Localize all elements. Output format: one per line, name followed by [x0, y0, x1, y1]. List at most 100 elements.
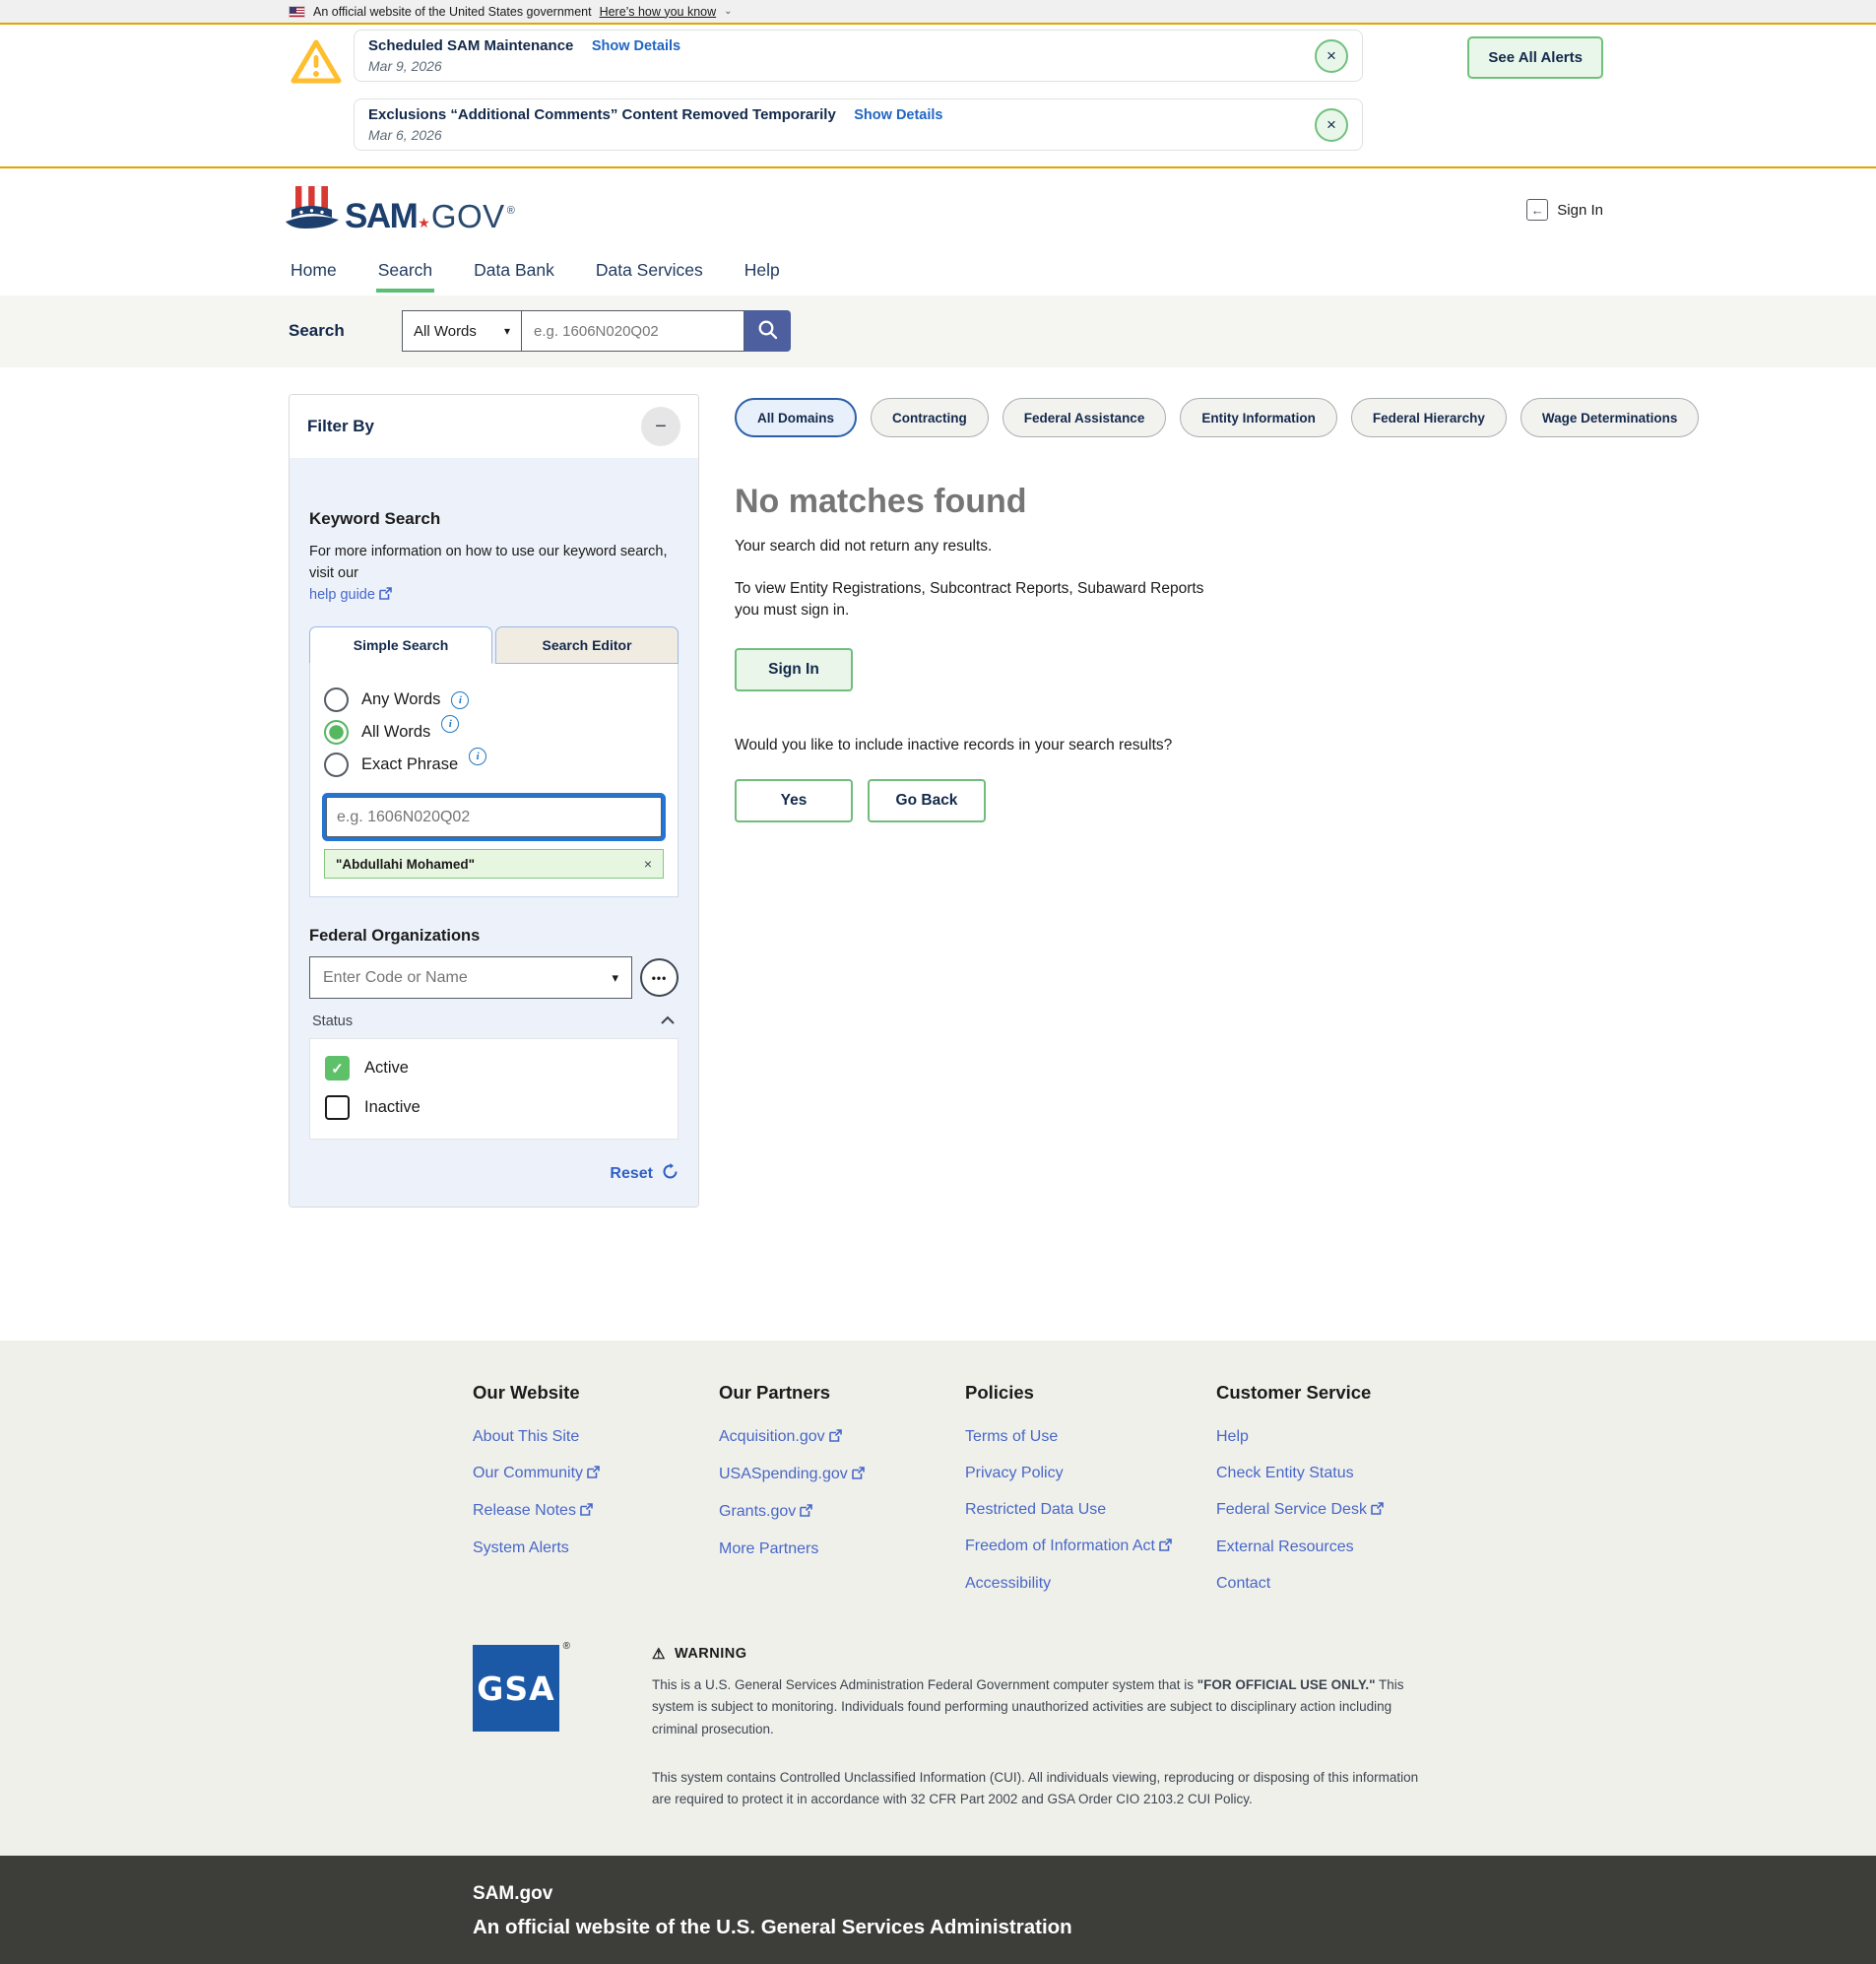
check-icon: ✓ [331, 1060, 344, 1078]
chevron-up-icon[interactable] [660, 1014, 676, 1029]
external-link-icon [587, 1466, 600, 1483]
tab-search-editor[interactable]: Search Editor [495, 626, 679, 664]
footer-link-our-community[interactable]: Our Community [473, 1465, 719, 1483]
search-input[interactable] [522, 310, 744, 352]
radio-exact-phrase[interactable] [324, 753, 349, 777]
magnifier-icon [756, 318, 780, 345]
external-link-icon [1371, 1502, 1384, 1520]
footer-link-external-resources[interactable]: External Resources [1216, 1538, 1462, 1556]
keyword-chip-label: "Abdullahi Mohamed" [336, 857, 475, 872]
status-box: ✓ Active Inactive [309, 1038, 679, 1140]
gov-banner: An official website of the United States… [0, 0, 1876, 23]
see-all-alerts-button[interactable]: See All Alerts [1467, 36, 1603, 79]
footer-link-grants-gov[interactable]: Grants.gov [719, 1503, 965, 1522]
collapse-filter-button[interactable]: − [641, 407, 680, 446]
brand-gov-text: GOV [431, 198, 505, 235]
footer-column-title: Policies [965, 1382, 1216, 1404]
registered-mark: ® [507, 205, 515, 217]
nav-item-data-bank[interactable]: Data Bank [472, 251, 556, 293]
radio-all-words-label: All Words [361, 723, 430, 742]
help-guide-link[interactable]: help guide [309, 587, 375, 603]
chevron-down-icon: ⌄ [724, 6, 732, 17]
gov-banner-text: An official website of the United States… [313, 5, 592, 19]
domain-tab-contracting[interactable]: Contracting [871, 398, 989, 437]
external-link-icon [580, 1503, 593, 1521]
external-link-icon [379, 586, 392, 608]
go-back-button[interactable]: Go Back [868, 779, 986, 822]
inactive-records-question: Would you like to include inactive recor… [735, 737, 1699, 754]
sam-gov-logo[interactable]: SAM ★ GOV ® [284, 184, 515, 236]
reset-filters-link[interactable]: Reset [309, 1163, 679, 1185]
alerts-section: Scheduled SAM Maintenance Show Details M… [0, 23, 1876, 168]
alert-show-details-link[interactable]: Show Details [592, 38, 680, 54]
sign-in-button[interactable]: Sign In [735, 648, 853, 691]
chip-remove-icon[interactable]: × [644, 856, 652, 872]
domain-tab-entity-information[interactable]: Entity Information [1180, 398, 1337, 437]
search-mode-select[interactable]: All Words ▾ [402, 310, 522, 352]
footer-column-our-partners: Our Partners Acquisition.gov USASpending… [719, 1382, 965, 1611]
warning-triangle-icon [289, 37, 344, 92]
info-icon[interactable]: i [441, 715, 459, 733]
domain-tab-federal-assistance[interactable]: Federal Assistance [1003, 398, 1167, 437]
alert-close-button[interactable]: × [1315, 108, 1348, 142]
tab-simple-search[interactable]: Simple Search [309, 626, 492, 664]
radio-any-words[interactable] [324, 687, 349, 712]
simple-search-card: Any Words i All Words i Exact Phrase i "… [309, 664, 679, 897]
alert-close-button[interactable]: × [1315, 39, 1348, 73]
identity-footer: SAM.gov An official website of the U.S. … [0, 1856, 1876, 1964]
footer-link-foia[interactable]: Freedom of Information Act [965, 1538, 1216, 1556]
search-submit-button[interactable] [744, 310, 791, 352]
close-icon: × [1326, 46, 1336, 66]
footer-link-accessibility[interactable]: Accessibility [965, 1575, 1216, 1593]
nav-item-help[interactable]: Help [743, 251, 782, 293]
footer-link-about-this-site[interactable]: About This Site [473, 1428, 719, 1446]
keyword-input[interactable] [326, 797, 662, 837]
footer-link-usaspending-gov[interactable]: USASpending.gov [719, 1466, 965, 1484]
external-link-icon [1159, 1538, 1172, 1556]
domain-tab-wage-determinations[interactable]: Wage Determinations [1520, 398, 1700, 437]
footer-link-privacy-policy[interactable]: Privacy Policy [965, 1465, 1216, 1482]
alert-card: Exclusions “Additional Comments” Content… [354, 98, 1363, 151]
footer-link-acquisition-gov[interactable]: Acquisition.gov [719, 1428, 965, 1447]
nav-item-search[interactable]: Search [376, 251, 434, 293]
footer-column-policies: Policies Terms of Use Privacy Policy Res… [965, 1382, 1216, 1611]
radio-all-words[interactable] [324, 720, 349, 745]
checkbox-active[interactable]: ✓ [325, 1056, 350, 1080]
alert-list: Scheduled SAM Maintenance Show Details M… [354, 30, 1363, 151]
footer-link-help[interactable]: Help [1216, 1428, 1462, 1446]
minus-icon: − [655, 416, 667, 438]
federal-orgs-select[interactable]: Enter Code or Name ▾ [309, 956, 632, 999]
checkbox-inactive[interactable] [325, 1095, 350, 1120]
warning-icon: ⚠ [652, 1645, 666, 1663]
more-options-button[interactable]: ••• [640, 958, 679, 997]
warning-title: WARNING [675, 1646, 747, 1662]
footer-link-more-partners[interactable]: More Partners [719, 1540, 965, 1558]
system-warning: ⚠ WARNING This is a U.S. General Service… [652, 1645, 1440, 1810]
footer-link-system-alerts[interactable]: System Alerts [473, 1539, 719, 1557]
search-results: All Domains Contracting Federal Assistan… [735, 394, 1699, 822]
uncle-sam-hat-icon [284, 184, 341, 236]
brand-sam-text: SAM [345, 197, 417, 236]
yes-button[interactable]: Yes [735, 779, 853, 822]
alert-show-details-link[interactable]: Show Details [854, 107, 942, 123]
filter-panel: Filter By − Keyword Search For more info… [289, 394, 699, 1208]
domain-tab-federal-hierarchy[interactable]: Federal Hierarchy [1351, 398, 1507, 437]
footer-link-federal-service-desk[interactable]: Federal Service Desk [1216, 1501, 1462, 1520]
footer-link-contact[interactable]: Contact [1216, 1575, 1462, 1593]
footer-link-release-notes[interactable]: Release Notes [473, 1502, 719, 1521]
keyword-info-text: For more information on how to use our k… [309, 544, 667, 581]
keyword-chip: "Abdullahi Mohamed" × [324, 849, 664, 879]
gov-banner-link[interactable]: Here’s how you know [600, 5, 717, 19]
domain-tab-all-domains[interactable]: All Domains [735, 398, 857, 437]
footer-link-restricted-data-use[interactable]: Restricted Data Use [965, 1501, 1216, 1519]
header-sign-in-link[interactable]: ← Sign In [1526, 199, 1603, 221]
footer-site-name: SAM.gov [473, 1883, 1876, 1905]
info-icon[interactable]: i [451, 691, 469, 709]
main-nav: Home Search Data Bank Data Services Help [0, 251, 1876, 293]
external-link-icon [800, 1504, 812, 1522]
info-icon[interactable]: i [469, 748, 486, 765]
footer-link-terms-of-use[interactable]: Terms of Use [965, 1428, 1216, 1446]
nav-item-data-services[interactable]: Data Services [594, 251, 705, 293]
footer-link-check-entity-status[interactable]: Check Entity Status [1216, 1465, 1462, 1482]
nav-item-home[interactable]: Home [289, 251, 339, 293]
